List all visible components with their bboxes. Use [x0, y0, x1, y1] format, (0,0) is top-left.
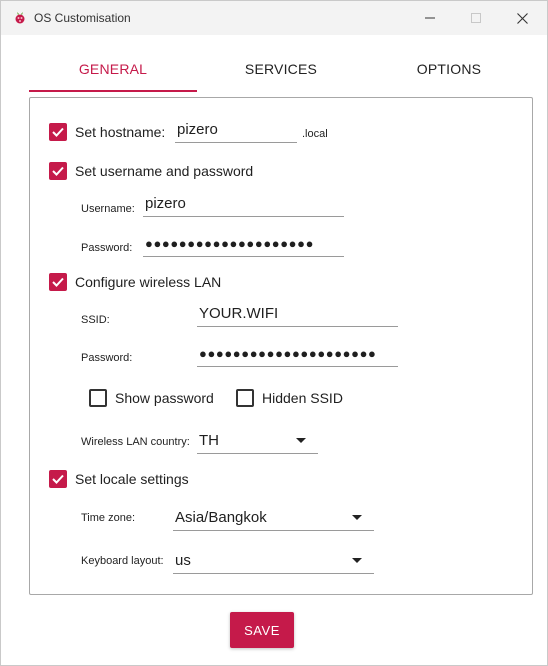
user-password-value: ●●●●●●●●●●●●●●●●●●●● — [145, 236, 315, 251]
tab-options[interactable]: OPTIONS — [365, 46, 533, 92]
configure-wifi-label: Configure wireless LAN — [75, 274, 222, 290]
hostname-value: pizero — [177, 121, 218, 138]
window-title: OS Customisation — [34, 11, 131, 25]
user-password-input[interactable]: ●●●●●●●●●●●●●●●●●●●● — [143, 231, 344, 257]
username-input[interactable]: pizero — [143, 191, 344, 217]
hidden-ssid-checkbox[interactable] — [236, 389, 254, 407]
configure-wifi-row[interactable]: Configure wireless LAN — [49, 273, 221, 291]
set-locale-checkbox[interactable] — [49, 470, 67, 488]
show-password-checkbox[interactable] — [89, 389, 107, 407]
wifi-country-select[interactable]: TH — [197, 428, 318, 454]
username-value: pizero — [145, 195, 186, 212]
ssid-value: YOUR.WIFI — [199, 305, 279, 322]
set-user-row[interactable]: Set username and password — [49, 162, 253, 180]
close-button[interactable] — [499, 1, 545, 35]
tab-general[interactable]: GENERAL — [29, 46, 197, 92]
keyboard-layout-value: us — [175, 552, 191, 569]
checkmark-icon — [52, 474, 64, 484]
wifi-country-label: Wireless LAN country: — [81, 436, 190, 448]
set-hostname-checkbox[interactable] — [49, 123, 67, 141]
timezone-select[interactable]: Asia/Bangkok — [173, 505, 374, 531]
wifi-country-value: TH — [199, 432, 219, 449]
timezone-label: Time zone: — [81, 512, 136, 524]
wifi-password-label: Password: — [81, 352, 133, 364]
hidden-ssid-row[interactable]: Hidden SSID — [236, 389, 343, 407]
tab-bar: GENERAL SERVICES OPTIONS — [29, 46, 533, 92]
tab-services[interactable]: SERVICES — [197, 46, 365, 92]
tab-options-label: OPTIONS — [416, 61, 482, 77]
hostname-input[interactable]: pizero — [175, 117, 297, 143]
set-user-checkbox[interactable] — [49, 162, 67, 180]
tab-services-label: SERVICES — [244, 61, 318, 77]
hostname-suffix: .local — [302, 128, 328, 140]
user-password-label: Password: — [81, 242, 133, 254]
timezone-value: Asia/Bangkok — [175, 509, 267, 526]
hidden-ssid-label: Hidden SSID — [262, 390, 343, 406]
os-customisation-dialog: OS Customisation GENERAL SERVICES OPTION… — [0, 0, 548, 666]
active-tab-indicator — [29, 90, 197, 92]
checkmark-icon — [52, 166, 64, 176]
dropdown-arrow-icon — [352, 558, 362, 563]
set-hostname-row[interactable]: Set hostname: — [49, 123, 165, 141]
configure-wifi-checkbox[interactable] — [49, 273, 67, 291]
save-button[interactable]: SAVE — [230, 612, 294, 648]
title-bar: OS Customisation — [1, 1, 547, 35]
show-password-row[interactable]: Show password — [89, 389, 214, 407]
checkmark-icon — [52, 277, 64, 287]
show-password-label: Show password — [115, 390, 214, 406]
keyboard-layout-label: Keyboard layout: — [81, 555, 164, 567]
set-user-label: Set username and password — [75, 163, 254, 179]
ssid-input[interactable]: YOUR.WIFI — [197, 301, 398, 327]
wifi-password-input[interactable]: ●●●●●●●●●●●●●●●●●●●●● — [197, 341, 398, 367]
set-locale-row[interactable]: Set locale settings — [49, 470, 189, 488]
tab-general-label: GENERAL — [78, 61, 148, 77]
username-label: Username: — [81, 203, 135, 215]
checkmark-icon — [52, 127, 64, 137]
ssid-label: SSID: — [81, 314, 110, 326]
maximize-button[interactable] — [453, 1, 499, 35]
raspberry-pi-icon — [13, 11, 27, 25]
set-hostname-label: Set hostname: — [75, 124, 166, 140]
general-settings-panel: Set hostname: pizero .local Set username… — [29, 97, 533, 595]
keyboard-layout-select[interactable]: us — [173, 548, 374, 574]
dropdown-arrow-icon — [296, 438, 306, 443]
dropdown-arrow-icon — [352, 515, 362, 520]
minimize-button[interactable] — [407, 1, 453, 35]
set-locale-label: Set locale settings — [75, 471, 189, 487]
wifi-password-value: ●●●●●●●●●●●●●●●●●●●●● — [199, 346, 377, 361]
